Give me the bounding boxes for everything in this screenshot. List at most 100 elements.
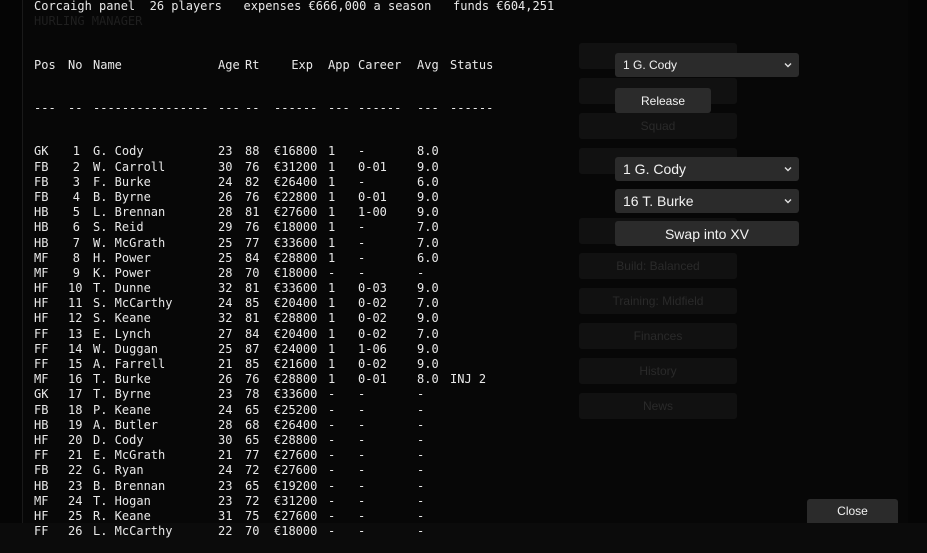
separator: --- <box>328 101 350 116</box>
cell-pos: HB <box>34 235 49 250</box>
cell-rt: 88 <box>245 144 260 159</box>
cell-pos: HB <box>34 417 49 432</box>
cell-name: T. Hogan <box>93 493 151 508</box>
cell-pos: GK <box>34 144 49 159</box>
table-row: FB 18 P. Keane 24 65 €25200- - - <box>34 403 424 418</box>
table-row: HF 11 S. McCarthy 24 85 €20400 1 0-02 7.0 <box>34 296 439 311</box>
swap-out-player-select[interactable]: 1 G. Cody <box>615 157 799 181</box>
swap-in-player-select[interactable]: 16 T. Burke <box>615 189 799 213</box>
cell-career: - <box>358 524 366 539</box>
cell-career: - <box>358 250 366 265</box>
cell-age: 25 <box>218 341 233 356</box>
cell-no: 26 <box>68 524 83 539</box>
separator: -- <box>68 101 83 116</box>
release-player-select-value: 1 G. Cody <box>623 58 678 72</box>
cell-pos: HF <box>34 508 49 523</box>
cell-name: H. Power <box>93 250 151 265</box>
cell-avg: - <box>417 493 425 508</box>
cell-name: D. Cody <box>93 432 144 447</box>
release-button[interactable]: Release <box>615 88 711 113</box>
cell-rt: 85 <box>245 296 260 311</box>
cell-name: W. Carroll <box>93 159 166 174</box>
cell-age: 26 <box>218 189 233 204</box>
cell-name: S. McCarthy <box>93 296 173 311</box>
cell-career: - <box>358 402 366 417</box>
cell-no: 10 <box>68 281 83 296</box>
ghost-menu-squad: Squad <box>579 113 737 139</box>
cell-app: 1 <box>328 341 336 356</box>
cell-career: - <box>358 265 366 280</box>
cell-exp: €18000 <box>274 220 318 235</box>
cell-avg: - <box>417 524 425 539</box>
cell-pos: FF <box>34 357 49 371</box>
cell-app: - <box>328 265 336 280</box>
cell-age: 24 <box>218 402 233 417</box>
cell-name: T. Burke <box>93 372 151 387</box>
squad-table: Pos No Name Age Rt Exp App Career Avg St… <box>34 30 493 553</box>
cell-rt: 78 <box>245 387 260 402</box>
cell-career: 0-01 <box>358 372 387 387</box>
cell-exp: €16800 <box>274 144 318 159</box>
separator: ------ <box>274 101 318 116</box>
cell-no: 25 <box>68 508 83 523</box>
cell-pos: FB <box>34 189 49 204</box>
cell-rt: 84 <box>245 326 260 341</box>
cell-avg: 9.0 <box>417 281 439 296</box>
cell-avg: - <box>417 463 425 478</box>
ghost-menu-news: News <box>579 393 737 419</box>
cell-pos: MF <box>34 493 49 508</box>
cell-no: 13 <box>68 326 83 341</box>
cell-no: 19 <box>68 417 83 432</box>
cell-age: 23 <box>218 144 233 159</box>
ghost-menu-build: Build: Balanced <box>579 253 737 279</box>
cell-app: 1 <box>328 205 336 220</box>
table-row: HF 25 R. Keane 31 75 €27600- - - <box>34 508 424 524</box>
cell-rt: 81 <box>245 205 260 220</box>
cell-no: 2 <box>72 159 80 174</box>
cell-app: - <box>328 524 336 539</box>
cell-name: F. Burke <box>93 174 151 189</box>
close-button[interactable]: Close <box>807 499 898 523</box>
cell-career: 1-00 <box>358 205 387 220</box>
cell-avg: 9.0 <box>417 205 439 220</box>
cell-avg: 6.0 <box>417 174 439 189</box>
cell-app: 1 <box>328 250 336 265</box>
release-player-select[interactable]: 1 G. Cody <box>615 53 799 77</box>
cell-pos: FF <box>34 341 49 356</box>
table-row: MF 9 K. Power 28 70 €18000- - - <box>34 266 424 281</box>
cell-career: 0-01 <box>358 159 387 174</box>
cell-app: - <box>328 493 336 508</box>
table-row: FB 22 G. Ryan 24 72 €27600- - - <box>34 463 424 478</box>
cell-avg: 9.0 <box>417 311 439 326</box>
cell-app: 1 <box>328 174 336 189</box>
swap-into-xv-button[interactable]: Swap into XV <box>615 221 799 246</box>
cell-rt: 65 <box>245 402 260 417</box>
cell-no: 18 <box>68 402 83 417</box>
cell-avg: 9.0 <box>417 159 439 174</box>
cell-exp: €33600 <box>274 387 318 402</box>
cell-avg: 6.0 <box>417 250 439 265</box>
cell-name: L. Brennan <box>93 205 166 220</box>
cell-no: 24 <box>68 493 83 508</box>
cell-pos: HB <box>34 220 49 235</box>
cell-no: 8 <box>72 250 80 265</box>
cell-pos: FB <box>34 159 49 174</box>
cell-name: E. McGrath <box>93 448 166 463</box>
cell-career: - <box>358 448 366 463</box>
cell-exp: €31200 <box>274 159 318 174</box>
cell-app: 1 <box>328 159 336 174</box>
cell-avg: - <box>417 417 425 432</box>
cell-pos: HF <box>34 281 49 296</box>
swap-out-player-select-value: 1 G. Cody <box>623 161 687 177</box>
cell-career: - <box>358 235 366 250</box>
cell-exp: €18000 <box>274 265 318 280</box>
cell-avg: 7.0 <box>417 235 439 250</box>
cell-app: 1 <box>328 372 336 387</box>
chevron-down-icon <box>784 199 792 204</box>
cell-no: 21 <box>68 448 83 463</box>
cell-no: 22 <box>68 463 83 478</box>
cell-career: 0-01 <box>358 189 387 204</box>
cell-name: G. Ryan <box>93 463 144 478</box>
cell-career: - <box>358 508 366 523</box>
cell-name: W. Duggan <box>93 341 159 356</box>
